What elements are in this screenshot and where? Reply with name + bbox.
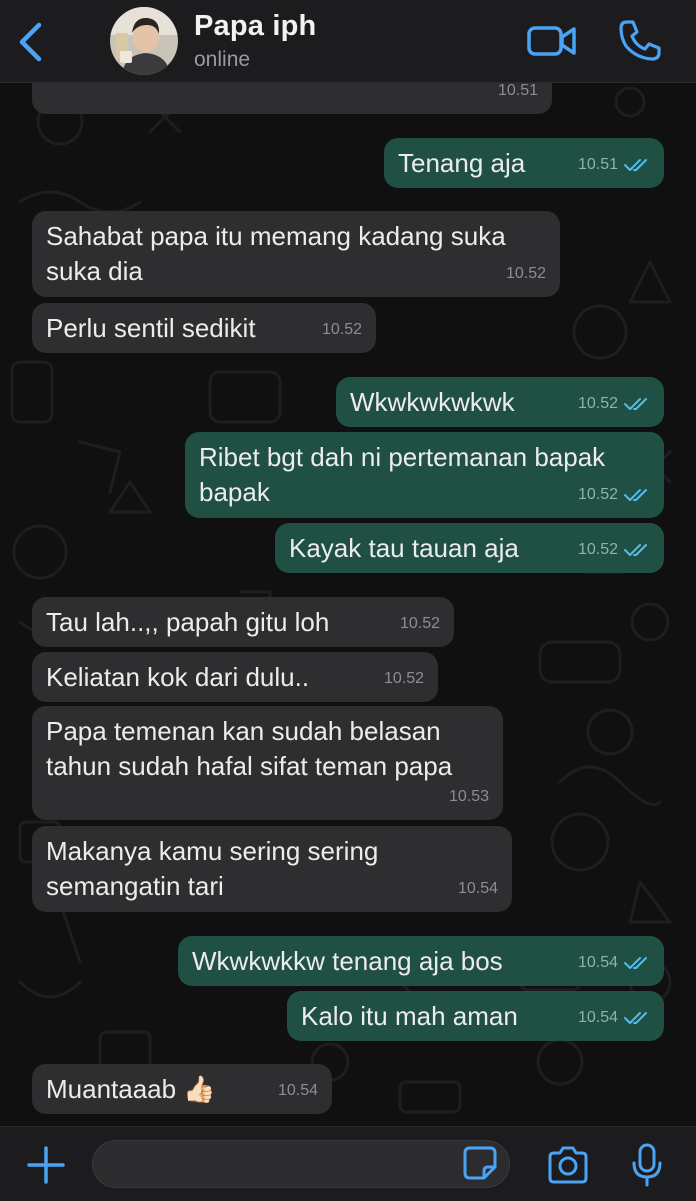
sticker-button[interactable] <box>462 1145 498 1181</box>
message-text: Tau lah..,, papah gitu loh <box>46 607 330 637</box>
message-text: Makanya kamu sering sering semangatin ta… <box>46 836 379 901</box>
message-bubble-incoming[interactable]: Makanya kamu sering sering semangatin ta… <box>32 826 512 912</box>
message-text: Perlu sentil sedikit <box>46 313 256 343</box>
message-bubble-incoming[interactable]: Perlu sentil sedikit 10.52 <box>32 303 376 353</box>
double-check-icon <box>624 397 647 410</box>
plus-icon <box>27 1146 65 1184</box>
message-time: 10.54 <box>277 1082 318 1099</box>
video-camera-icon <box>527 26 576 56</box>
message-meta: 10.52 <box>384 661 424 696</box>
message-bubble-outgoing[interactable]: Tenang aja 10.51 <box>384 138 664 188</box>
message-meta: 10.54 <box>578 945 650 980</box>
message-time: 10.52 <box>383 670 424 687</box>
camera-icon <box>548 1146 588 1184</box>
message-bubble-incoming[interactable]: Papa temenan kan sudah belasan tahun sud… <box>32 706 503 820</box>
sticker-icon <box>463 1146 497 1180</box>
message-time: 10.52 <box>577 541 618 558</box>
message-time: 10.52 <box>505 265 546 282</box>
message-time: 10.54 <box>577 954 618 971</box>
message-bubble-outgoing[interactable]: Kayak tau tauan aja 10.52 <box>275 523 664 573</box>
message-text: Keliatan kok dari dulu.. <box>46 662 310 692</box>
double-check-icon <box>624 956 647 969</box>
double-check-icon <box>624 488 647 501</box>
double-check-icon <box>624 158 647 171</box>
message-meta: 10.52 <box>506 256 546 291</box>
message-input[interactable] <box>92 1140 510 1188</box>
message-input-bar <box>0 1126 696 1201</box>
message-time: 10.52 <box>577 486 618 503</box>
camera-button[interactable] <box>546 1145 590 1185</box>
message-meta: 10.52 <box>322 312 362 347</box>
voice-message-button[interactable] <box>630 1143 664 1187</box>
message-time: 10.54 <box>577 1009 618 1026</box>
message-meta: 10.54 <box>578 1000 650 1035</box>
voice-call-button[interactable] <box>618 18 662 62</box>
message-bubble-incoming[interactable]: Keliatan kok dari dulu.. 10.52 <box>32 652 438 702</box>
message-meta: 10.52 <box>578 386 650 421</box>
message-bubble-outgoing[interactable]: Ribet bgt dah ni pertemanan bapak bapak … <box>185 432 664 518</box>
message-time: 10.52 <box>577 395 618 412</box>
message-bubble-incoming[interactable]: Sahabat papa itu memang kadang suka suka… <box>32 211 560 297</box>
message-bubble-incoming[interactable]: Tau lah..,, papah gitu loh 10.52 <box>32 597 454 647</box>
double-check-icon <box>624 543 647 556</box>
message-meta: 10.51 <box>578 147 650 182</box>
message-text: Sahabat papa itu memang kadang suka suka… <box>46 221 506 286</box>
message-list[interactable]: 10.51 Tenang aja 10.51 Sahabat papa itu … <box>0 68 696 1126</box>
message-meta: 10.54 <box>278 1073 318 1108</box>
contact-name[interactable]: Papa iph <box>194 10 316 43</box>
message-time: 10.54 <box>457 880 498 897</box>
double-check-icon <box>624 1011 647 1024</box>
message-text: Papa temenan kan sudah belasan tahun sud… <box>46 716 453 781</box>
message-bubble-outgoing[interactable]: Wkwkwkkw tenang aja bos 10.54 <box>178 936 664 986</box>
message-bubble-incoming[interactable]: Muantaaab 👍🏻 10.54 <box>32 1064 332 1114</box>
message-meta: 10.52 <box>400 606 440 641</box>
back-button[interactable] <box>10 20 50 64</box>
chevron-left-icon <box>19 22 42 62</box>
video-call-button[interactable] <box>526 20 578 62</box>
contact-status: online <box>194 48 251 71</box>
attach-button[interactable] <box>26 1145 66 1185</box>
chat-header: Papa iph online <box>0 0 696 83</box>
avatar[interactable] <box>110 7 178 75</box>
message-time: 10.51 <box>577 156 618 173</box>
message-meta: 10.53 <box>449 779 489 814</box>
message-meta: 10.54 <box>458 871 498 906</box>
message-bubble-outgoing[interactable]: Kalo itu mah aman 10.54 <box>287 991 664 1041</box>
message-bubble-outgoing[interactable]: Wkwkwkwkwk 10.52 <box>336 377 664 427</box>
message-time: 10.52 <box>321 321 362 338</box>
message-meta: 10.52 <box>578 532 650 567</box>
message-meta: 10.52 <box>578 477 650 512</box>
microphone-icon <box>632 1143 662 1187</box>
phone-icon <box>619 20 661 61</box>
message-time: 10.52 <box>399 615 440 632</box>
message-time: 10.53 <box>448 788 489 805</box>
